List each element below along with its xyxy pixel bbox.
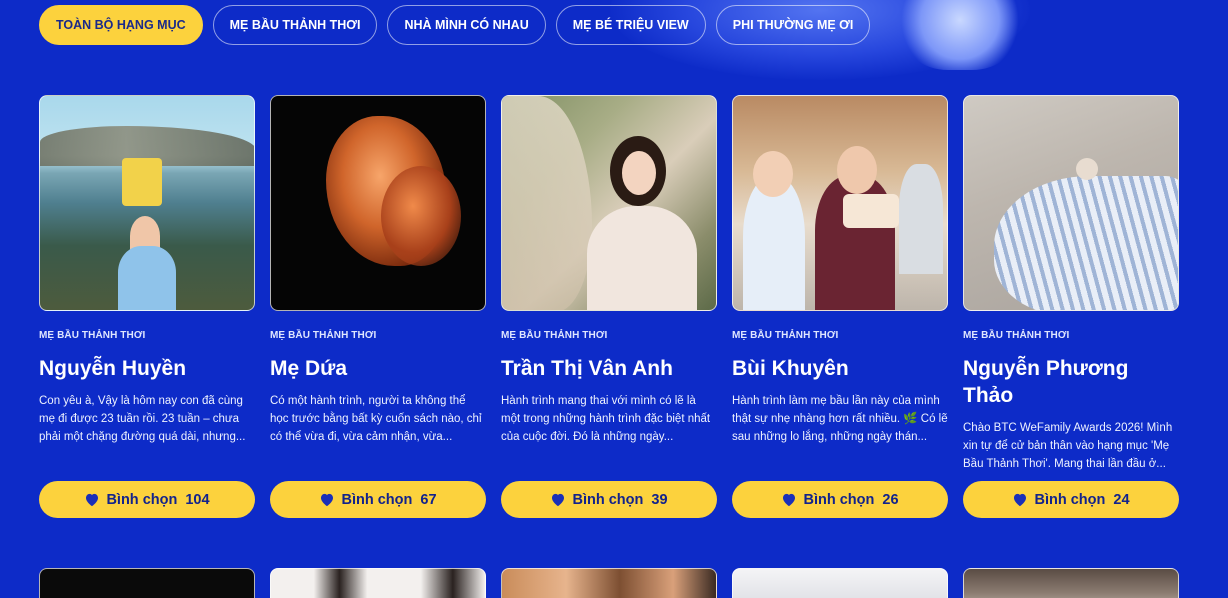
contestant-photo[interactable] (39, 95, 255, 311)
vote-count: 24 (1113, 491, 1130, 508)
category-label: MẸ BẦU THẢNH THƠI (963, 330, 1070, 341)
contestant-photo[interactable] (732, 95, 948, 311)
tab-me-be-trieu-view[interactable]: MẸ BÉ TRIỆU VIEW (555, 5, 706, 45)
contestant-card[interactable]: MẸ BẦU THẢNH THƠI Trần Thị Vân Anh Hành … (501, 95, 717, 518)
heart-icon (1014, 493, 1027, 507)
tab-nha-minh-co-nhau[interactable]: NHÀ MÌNH CÓ NHAU (387, 5, 546, 45)
contestant-photo[interactable] (501, 95, 717, 311)
contestant-card[interactable]: MẸ BẦU THẢNH THƠI Mẹ Dứa Có một hành trì… (270, 95, 486, 518)
heart-icon (552, 493, 565, 507)
vote-label: Bình chọn (106, 491, 178, 508)
vote-button[interactable]: Bình chọn 104 (39, 481, 255, 518)
contestant-description: Hành trình làm mẹ bầu lần này của mình t… (732, 395, 948, 443)
contestant-name[interactable]: Mẹ Dứa (270, 355, 486, 382)
contestant-card[interactable]: MẸ BẦU THẢNH THƠI Nguyễn Phương Thảo Chà… (963, 95, 1179, 518)
category-label: MẸ BẦU THẢNH THƠI (501, 330, 608, 341)
contestant-photo[interactable] (501, 568, 717, 598)
vote-button[interactable]: Bình chọn 67 (270, 481, 486, 518)
contestant-photo[interactable] (963, 95, 1179, 311)
category-tabs: TOÀN BỘ HẠNG MỤC MẸ BẦU THẢNH THƠI NHÀ M… (39, 5, 871, 45)
contestant-description: Chào BTC WeFamily Awards 2026! Mình xin … (963, 422, 1173, 470)
contestant-card[interactable]: MẸ BẦU THẢNH THƠI Nguyễn Huyền Con yêu à… (39, 95, 255, 518)
vote-button[interactable]: Bình chọn 26 (732, 481, 948, 518)
vote-label: Bình chọn (572, 491, 644, 508)
tab-phi-thuong-me-oi[interactable]: PHI THƯỜNG MẸ ƠI (715, 5, 871, 45)
vote-label: Bình chọn (1034, 491, 1106, 508)
contestant-description: Có một hành trình, người ta không thể họ… (270, 395, 482, 443)
contestant-name[interactable]: Bùi Khuyên (732, 355, 948, 382)
heart-icon (783, 493, 796, 507)
tab-me-bau-thanh-thoi[interactable]: MẸ BẦU THẢNH THƠI (212, 5, 378, 45)
contestant-photo[interactable] (963, 568, 1179, 598)
contestant-card[interactable]: MẸ BẦU THẢNH THƠI Bùi Khuyên Hành trình … (732, 95, 948, 518)
contestant-photo[interactable] (270, 568, 486, 598)
category-label: MẸ BẦU THẢNH THƠI (732, 330, 839, 341)
contestant-name[interactable]: Nguyễn Phương Thảo (963, 355, 1179, 409)
vote-label: Bình chọn (341, 491, 413, 508)
contestant-name[interactable]: Trần Thị Vân Anh (501, 355, 717, 382)
contestant-name[interactable]: Nguyễn Huyền (39, 355, 255, 382)
contestant-grid-next-row (39, 568, 1179, 598)
vote-count: 104 (185, 491, 210, 508)
vote-button[interactable]: Bình chọn 24 (963, 481, 1179, 518)
vote-button[interactable]: Bình chọn 39 (501, 481, 717, 518)
category-label: MẸ BẦU THẢNH THƠI (270, 330, 377, 341)
tab-all-categories[interactable]: TOÀN BỘ HẠNG MỤC (39, 5, 203, 45)
heart-icon (321, 493, 334, 507)
contestant-description: Hành trình mang thai với mình có lẽ là m… (501, 395, 711, 443)
vote-count: 67 (420, 491, 437, 508)
contestant-grid: MẸ BẦU THẢNH THƠI Nguyễn Huyền Con yêu à… (39, 95, 1179, 518)
contestant-photo[interactable] (270, 95, 486, 311)
vote-label: Bình chọn (803, 491, 875, 508)
contestant-description: Con yêu à, Vậy là hôm nay con đã cùng mẹ… (39, 395, 246, 443)
heart-icon (86, 493, 99, 507)
vote-count: 26 (882, 491, 899, 508)
category-label: MẸ BẦU THẢNH THƠI (39, 330, 146, 341)
contestant-photo[interactable] (39, 568, 255, 598)
vote-count: 39 (651, 491, 668, 508)
contestant-photo[interactable] (732, 568, 948, 598)
header-decoration-highlight (900, 0, 1020, 70)
